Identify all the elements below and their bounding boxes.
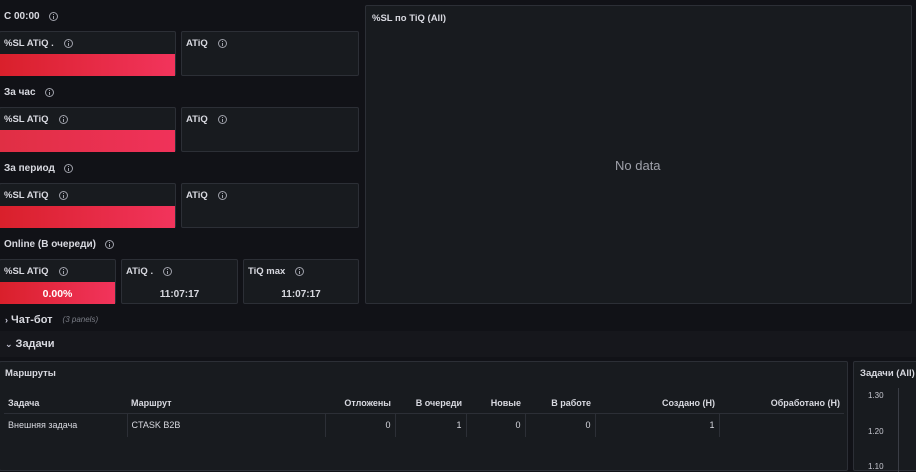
- row-title-since-midnight: С 00:00: [4, 11, 58, 22]
- panel-title: Маршруты: [5, 368, 56, 379]
- panel-title: %SL по TiQ (All): [372, 13, 447, 24]
- panel-tasks-chart[interactable]: Задачи (All) 1.30 1.20 1.10: [853, 361, 916, 472]
- table-cell: 0: [525, 413, 596, 437]
- column-header-route[interactable]: Маршрут: [127, 394, 325, 414]
- panel-title: TiQ max: [248, 266, 305, 277]
- table-cell: CTASK B2B: [127, 413, 326, 437]
- info-icon[interactable]: [58, 115, 68, 124]
- column-header-postponed[interactable]: Отложены: [325, 394, 395, 414]
- panel-count: (3 panels): [62, 315, 99, 324]
- panel-sl-atiq-3[interactable]: %SL ATiQ: [0, 183, 176, 228]
- panel-title: %SL ATiQ: [4, 266, 68, 277]
- column-header-in-queue[interactable]: В очереди: [395, 394, 466, 414]
- info-icon[interactable]: [217, 39, 227, 48]
- panel-routes[interactable]: Маршруты Задача Маршрут Отложены В очере…: [0, 361, 848, 471]
- section-row-tasks[interactable]: ⌄ Задачи: [0, 335, 916, 353]
- sl-gauge-bar: [0, 130, 175, 152]
- panel-tiq-max-online[interactable]: TiQ max 11:07:17: [243, 259, 359, 304]
- info-icon[interactable]: [48, 12, 58, 21]
- info-icon[interactable]: [217, 115, 227, 124]
- panel-title: ATiQ .: [126, 266, 173, 277]
- row-title-online: Online (В очереди): [4, 239, 114, 250]
- info-icon[interactable]: [63, 39, 73, 48]
- panel-sl-atiq-online[interactable]: %SL ATiQ 0.00%: [0, 259, 116, 304]
- section-row-chatbot[interactable]: › Чат-бот (3 panels): [0, 310, 916, 329]
- table-row[interactable]: Внешняя задача CTASK B2B 0 1 0 0 1: [4, 413, 844, 437]
- sl-gauge-bar: [0, 206, 175, 228]
- info-icon[interactable]: [58, 267, 68, 276]
- chevron-down-icon: ⌄: [5, 338, 13, 349]
- table-cell: 0: [466, 413, 526, 437]
- panel-title: %SL ATiQ .: [4, 38, 73, 49]
- panel-atiq-online[interactable]: ATiQ . 11:07:17: [121, 259, 238, 304]
- table-header-row: Задача Маршрут Отложены В очереди Новые …: [4, 394, 844, 414]
- y-tick-label: 1.30: [868, 391, 884, 400]
- table-cell: [719, 413, 844, 437]
- panel-title: ATiQ: [186, 114, 227, 125]
- sl-value: 0.00%: [42, 288, 73, 300]
- info-icon[interactable]: [163, 267, 173, 276]
- column-header-new[interactable]: Новые: [466, 394, 525, 414]
- y-tick-label: 1.20: [868, 427, 884, 436]
- panel-title: %SL ATiQ: [4, 114, 68, 125]
- panel-sl-by-tiq[interactable]: %SL по TiQ (All) No data: [365, 5, 912, 304]
- tiq-max-value: 11:07:17: [281, 289, 321, 300]
- info-icon[interactable]: [44, 88, 54, 97]
- panel-atiq-3[interactable]: ATiQ: [181, 183, 359, 228]
- row-title-per-period: За период: [4, 163, 73, 174]
- column-header-processed[interactable]: Обработано (Н): [719, 394, 844, 414]
- column-header-task[interactable]: Задача: [4, 394, 127, 414]
- atiq-value: 11:07:17: [159, 289, 200, 300]
- row-title-per-hour: За час: [4, 87, 54, 98]
- panel-title: %SL ATiQ: [4, 190, 68, 201]
- info-icon[interactable]: [217, 191, 227, 200]
- table-cell: 1: [595, 413, 720, 437]
- panel-title: ATiQ: [186, 38, 227, 49]
- panel-title: ATiQ: [186, 190, 227, 201]
- panel-atiq-1[interactable]: ATiQ: [181, 31, 359, 76]
- panel-sl-atiq-1[interactable]: %SL ATiQ .: [0, 31, 176, 76]
- chevron-right-icon: ›: [5, 314, 8, 325]
- panel-atiq-2[interactable]: ATiQ: [181, 107, 359, 152]
- sl-gauge-bar: [0, 54, 175, 76]
- y-axis-line: [898, 388, 899, 472]
- table-cell: 0: [325, 413, 396, 437]
- info-icon[interactable]: [295, 267, 305, 276]
- y-tick-label: 1.10: [868, 462, 884, 471]
- column-header-created[interactable]: Создано (Н): [595, 394, 719, 414]
- table-cell: Внешняя задача: [4, 413, 128, 437]
- panel-title: Задачи (All): [860, 368, 915, 379]
- routes-table: Задача Маршрут Отложены В очереди Новые …: [4, 394, 844, 437]
- info-icon[interactable]: [104, 240, 114, 249]
- no-data-text: No data: [615, 158, 661, 173]
- info-icon[interactable]: [58, 191, 68, 200]
- column-header-in-work[interactable]: В работе: [525, 394, 595, 414]
- panel-sl-atiq-2[interactable]: %SL ATiQ: [0, 107, 176, 152]
- table-cell: 1: [395, 413, 467, 437]
- info-icon[interactable]: [63, 164, 73, 173]
